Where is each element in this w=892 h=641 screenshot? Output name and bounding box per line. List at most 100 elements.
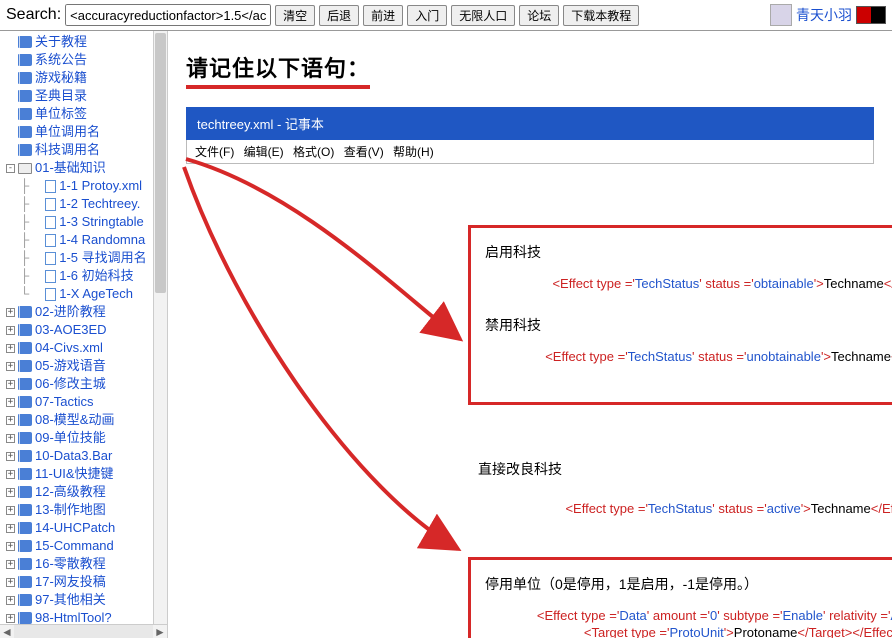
tree-item-label[interactable]: 1-X AgeTech bbox=[59, 285, 133, 303]
tree-item[interactable]: 单位调用名 bbox=[6, 123, 167, 141]
tree-item-label[interactable]: 04-Civs.xml bbox=[35, 339, 103, 357]
tree-item[interactable]: +97-其他相关 bbox=[6, 591, 167, 609]
collapse-icon[interactable]: - bbox=[6, 164, 15, 173]
tree-item[interactable]: +06-修改主城 bbox=[6, 375, 167, 393]
tree-item-label[interactable]: 关于教程 bbox=[35, 33, 87, 51]
scroll-left-icon[interactable]: ◄ bbox=[0, 625, 14, 638]
tree-item-label[interactable]: 科技调用名 bbox=[35, 141, 100, 159]
scroll-right-icon[interactable]: ► bbox=[153, 625, 167, 638]
tree-item[interactable]: 单位标签 bbox=[6, 105, 167, 123]
tree-item-label[interactable]: 圣典目录 bbox=[35, 87, 87, 105]
tree-item-label[interactable]: 13-制作地图 bbox=[35, 501, 106, 519]
tree-item-label[interactable]: 07-Tactics bbox=[35, 393, 94, 411]
tree-item[interactable]: 1-1 Protoy.xml bbox=[20, 177, 167, 195]
tree-item[interactable]: 关于教程 bbox=[6, 33, 167, 51]
expand-icon[interactable]: + bbox=[6, 398, 15, 407]
expand-icon[interactable]: + bbox=[6, 470, 15, 479]
tree-item[interactable]: +04-Civs.xml bbox=[6, 339, 167, 357]
tree-item-label[interactable]: 系统公告 bbox=[35, 51, 87, 69]
tree-item[interactable]: 1-2 Techtreey. bbox=[20, 195, 167, 213]
tree-item[interactable]: +16-零散教程 bbox=[6, 555, 167, 573]
tree-item-label[interactable]: 游戏秘籍 bbox=[35, 69, 87, 87]
menu-edit[interactable]: 编辑(E) bbox=[244, 145, 284, 159]
tree-item-label[interactable]: 1-6 初始科技 bbox=[59, 267, 133, 285]
tree-item-label[interactable]: 12-高级教程 bbox=[35, 483, 106, 501]
btn-clear[interactable]: 清空 bbox=[275, 5, 315, 26]
expand-icon[interactable]: + bbox=[6, 452, 15, 461]
sidebar-scrollbar-horizontal[interactable]: ◄ ► bbox=[0, 624, 167, 638]
tree-item[interactable]: +15-Command bbox=[6, 537, 167, 555]
expand-icon[interactable]: + bbox=[6, 542, 15, 551]
expand-icon[interactable]: + bbox=[6, 344, 15, 353]
tree-item[interactable]: +11-UI&快捷键 bbox=[6, 465, 167, 483]
tree-item[interactable]: +07-Tactics bbox=[6, 393, 167, 411]
tree-item-label[interactable]: 1-1 Protoy.xml bbox=[59, 177, 142, 195]
btn-download[interactable]: 下载本教程 bbox=[563, 5, 639, 26]
expand-icon[interactable]: + bbox=[6, 326, 15, 335]
tree-item-label[interactable]: 1-3 Stringtable bbox=[59, 213, 144, 231]
tree-item-label[interactable]: 01-基础知识 bbox=[35, 159, 106, 177]
avatar[interactable] bbox=[770, 4, 792, 26]
expand-icon[interactable]: + bbox=[6, 488, 15, 497]
sidebar-scrollbar-vertical[interactable] bbox=[153, 31, 167, 624]
tree-item[interactable]: +02-进阶教程 bbox=[6, 303, 167, 321]
tree-item[interactable]: +05-游戏语音 bbox=[6, 357, 167, 375]
tree-item-label[interactable]: 03-AOE3ED bbox=[35, 321, 107, 339]
menu-view[interactable]: 查看(V) bbox=[344, 145, 384, 159]
tree-item-label[interactable]: 单位标签 bbox=[35, 105, 87, 123]
expand-icon[interactable]: + bbox=[6, 434, 15, 443]
tree-item-label[interactable]: 单位调用名 bbox=[35, 123, 100, 141]
tree-item[interactable]: +10-Data3.Bar bbox=[6, 447, 167, 465]
expand-icon[interactable]: + bbox=[6, 380, 15, 389]
menu-format[interactable]: 格式(O) bbox=[293, 145, 334, 159]
tree-item[interactable]: 1-X AgeTech bbox=[20, 285, 167, 303]
expand-icon[interactable]: + bbox=[6, 506, 15, 515]
scroll-track[interactable] bbox=[14, 625, 153, 638]
tree-item-label[interactable]: 08-模型&动画 bbox=[35, 411, 114, 429]
tree-item[interactable]: +13-制作地图 bbox=[6, 501, 167, 519]
tree-item-label[interactable]: 17-网友投稿 bbox=[35, 573, 106, 591]
tree-item-label[interactable]: 06-修改主城 bbox=[35, 375, 106, 393]
tree-item[interactable]: +14-UHCPatch bbox=[6, 519, 167, 537]
tree-item[interactable]: +12-高级教程 bbox=[6, 483, 167, 501]
tree-item[interactable]: 1-6 初始科技 bbox=[20, 267, 167, 285]
tree-item[interactable]: 游戏秘籍 bbox=[6, 69, 167, 87]
expand-icon[interactable]: + bbox=[6, 308, 15, 317]
tree-item[interactable]: +08-模型&动画 bbox=[6, 411, 167, 429]
tree-item[interactable]: +03-AOE3ED bbox=[6, 321, 167, 339]
tree-item-label[interactable]: 02-进阶教程 bbox=[35, 303, 106, 321]
tree-item-label[interactable]: 16-零散教程 bbox=[35, 555, 106, 573]
expand-icon[interactable]: + bbox=[6, 596, 15, 605]
tree-item[interactable]: 1-4 Randomna bbox=[20, 231, 167, 249]
tree-item-label[interactable]: 11-UI&快捷键 bbox=[35, 465, 114, 483]
tree-item[interactable]: 圣典目录 bbox=[6, 87, 167, 105]
search-input[interactable] bbox=[65, 4, 271, 26]
expand-icon[interactable]: + bbox=[6, 416, 15, 425]
tree-item[interactable]: 1-5 寻找调用名 bbox=[20, 249, 167, 267]
btn-forward[interactable]: 前进 bbox=[363, 5, 403, 26]
menu-help[interactable]: 帮助(H) bbox=[393, 145, 434, 159]
tree-item[interactable]: +09-单位技能 bbox=[6, 429, 167, 447]
btn-back[interactable]: 后退 bbox=[319, 5, 359, 26]
tree-item-label[interactable]: 1-5 寻找调用名 bbox=[59, 249, 146, 267]
expand-icon[interactable]: + bbox=[6, 614, 15, 623]
expand-icon[interactable]: + bbox=[6, 560, 15, 569]
tree-item-label[interactable]: 10-Data3.Bar bbox=[35, 447, 112, 465]
tree-item-label[interactable]: 1-2 Techtreey. bbox=[59, 195, 140, 213]
expand-icon[interactable]: + bbox=[6, 578, 15, 587]
tree-item-label[interactable]: 1-4 Randomna bbox=[59, 231, 145, 249]
scrollbar-thumb[interactable] bbox=[155, 33, 166, 293]
btn-intro[interactable]: 入门 bbox=[407, 5, 447, 26]
tree-item[interactable]: 1-3 Stringtable bbox=[20, 213, 167, 231]
btn-infpop[interactable]: 无限人口 bbox=[451, 5, 515, 26]
tree-item-label[interactable]: 09-单位技能 bbox=[35, 429, 106, 447]
expand-icon[interactable]: + bbox=[6, 524, 15, 533]
tree-item-label[interactable]: 05-游戏语音 bbox=[35, 357, 106, 375]
tree-item-label[interactable]: 15-Command bbox=[35, 537, 114, 555]
menu-file[interactable]: 文件(F) bbox=[195, 145, 234, 159]
tree-item[interactable]: 科技调用名 bbox=[6, 141, 167, 159]
tree-item[interactable]: 系统公告 bbox=[6, 51, 167, 69]
expand-icon[interactable]: + bbox=[6, 362, 15, 371]
tree-item-label[interactable]: 14-UHCPatch bbox=[35, 519, 115, 537]
tree-item[interactable]: - 01-基础知识 bbox=[6, 159, 167, 177]
